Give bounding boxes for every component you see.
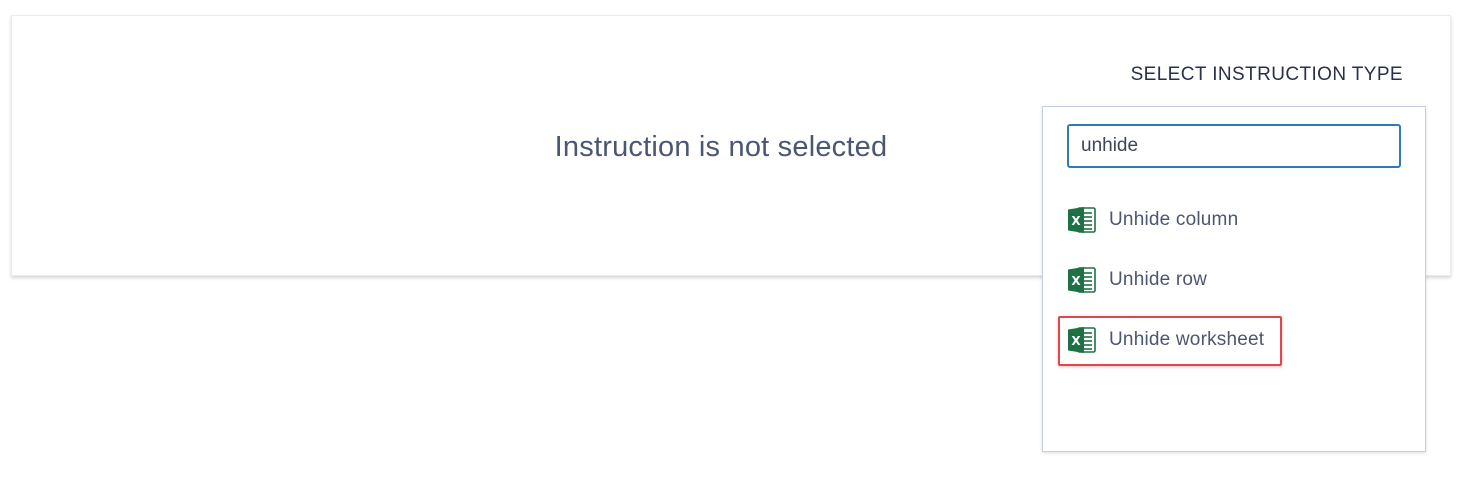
option-unhide-row[interactable]: X Unhide row bbox=[1067, 262, 1207, 298]
option-label: Unhide worksheet bbox=[1109, 329, 1265, 350]
instruction-search-input[interactable] bbox=[1067, 124, 1401, 168]
instruction-type-dropdown: X Unhide column X Unhide row bbox=[1042, 106, 1426, 452]
svg-text:X: X bbox=[1071, 334, 1081, 348]
svg-text:X: X bbox=[1071, 274, 1081, 288]
select-instruction-type-heading: SELECT INSTRUCTION TYPE bbox=[1130, 64, 1403, 85]
option-label: Unhide column bbox=[1109, 209, 1239, 230]
excel-icon: X bbox=[1068, 267, 1096, 293]
svg-text:X: X bbox=[1071, 214, 1081, 228]
excel-icon: X bbox=[1068, 327, 1096, 353]
option-unhide-worksheet[interactable]: X Unhide worksheet bbox=[1067, 322, 1264, 358]
option-unhide-column[interactable]: X Unhide column bbox=[1067, 202, 1238, 238]
excel-icon: X bbox=[1068, 207, 1096, 233]
option-label: Unhide row bbox=[1109, 269, 1208, 290]
page: Instruction is not selected SELECT INSTR… bbox=[0, 0, 1466, 504]
